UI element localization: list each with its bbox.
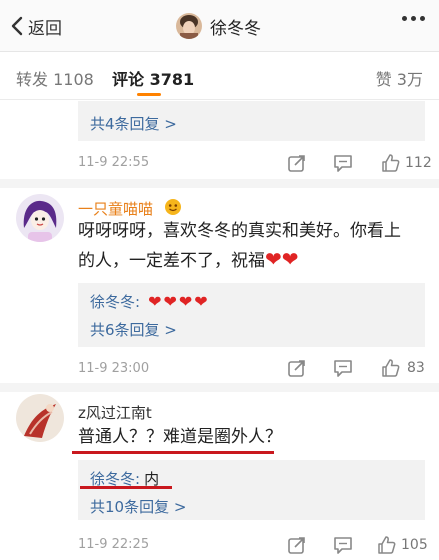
- comment-time: 11-9 22:25: [78, 537, 150, 552]
- comment-icon[interactable]: [333, 535, 353, 555]
- like-count: 112: [405, 155, 432, 171]
- heart-icon: ❤: [163, 292, 177, 311]
- reply-hearts: ❤ ❤ ❤ ❤: [148, 292, 210, 311]
- reply-box: 徐冬冬: 内 共10条回复 >: [78, 460, 425, 520]
- comment-icon[interactable]: [333, 153, 353, 173]
- chevron-left-icon: [11, 16, 23, 36]
- reply-box: 共4条回复 >: [78, 101, 425, 141]
- avatar[interactable]: [16, 194, 64, 242]
- highlight-underline: [72, 451, 274, 454]
- divider: [0, 383, 439, 392]
- like-icon[interactable]: [380, 152, 402, 174]
- reply-count-link[interactable]: 共6条回复 >: [90, 319, 177, 340]
- heart-icon: ❤: [281, 247, 299, 271]
- back-button[interactable]: 返回: [8, 12, 62, 40]
- heart-icon: ❤: [265, 247, 282, 271]
- back-label: 返回: [28, 18, 62, 39]
- reply-box: 徐冬冬: ❤ ❤ ❤ ❤ 共6条回复 >: [78, 283, 425, 347]
- tab-comment[interactable]: 评论 3781: [112, 66, 194, 90]
- comment-time: 11-9 22:55: [78, 155, 150, 170]
- tab-repost[interactable]: 转发 1108: [16, 66, 94, 90]
- more-icon[interactable]: [402, 16, 425, 21]
- comment-text: 普通人？？难道是圈外人？: [78, 427, 282, 447]
- like-count: 83: [407, 360, 425, 376]
- comment-text-line: 的人，一定差不了，祝福❤❤: [78, 246, 423, 276]
- highlight-underline: [80, 486, 172, 489]
- reply-author[interactable]: 徐冬冬:: [90, 291, 140, 312]
- page-title: 徐冬冬: [210, 18, 261, 39]
- tab-bar: 转发 1108 评论 3781 赞 3万: [0, 52, 439, 100]
- repost-icon[interactable]: [287, 358, 307, 378]
- repost-icon[interactable]: [287, 153, 307, 173]
- reply-count-link[interactable]: 共4条回复 >: [90, 113, 177, 134]
- heart-icon: ❤: [178, 292, 193, 311]
- reply-line: 徐冬冬: ❤ ❤ ❤ ❤: [90, 291, 210, 312]
- page-title-group[interactable]: 徐冬冬: [176, 9, 261, 43]
- tab-active-indicator: [137, 93, 161, 96]
- like-count: 105: [401, 537, 428, 553]
- heart-icon: ❤: [194, 292, 208, 311]
- comment-text: 呀呀呀呀，喜欢冬冬的真实和美好。你看上 的人，一定差不了，祝福❤❤: [78, 216, 423, 276]
- vip-badge-icon: [164, 198, 182, 216]
- top-bar: 返回 徐冬冬: [0, 0, 439, 52]
- heart-icon: ❤: [148, 292, 162, 311]
- like-icon[interactable]: [376, 534, 398, 556]
- commenter-name[interactable]: z风过江南t: [78, 402, 152, 423]
- like-icon[interactable]: [380, 357, 402, 379]
- comment-icon[interactable]: [333, 358, 353, 378]
- reply-count-link[interactable]: 共10条回复 >: [90, 496, 186, 517]
- comment-text-line: 呀呀呀呀，喜欢冬冬的真实和美好。你看上: [78, 221, 401, 241]
- repost-icon[interactable]: [287, 535, 307, 555]
- comment-time: 11-9 23:00: [78, 361, 150, 376]
- tab-like[interactable]: 赞 3万: [376, 66, 423, 90]
- avatar[interactable]: [176, 13, 202, 39]
- comment-text-span: 的人，一定差不了，祝福: [78, 251, 265, 271]
- divider: [0, 179, 439, 188]
- avatar[interactable]: [16, 394, 64, 442]
